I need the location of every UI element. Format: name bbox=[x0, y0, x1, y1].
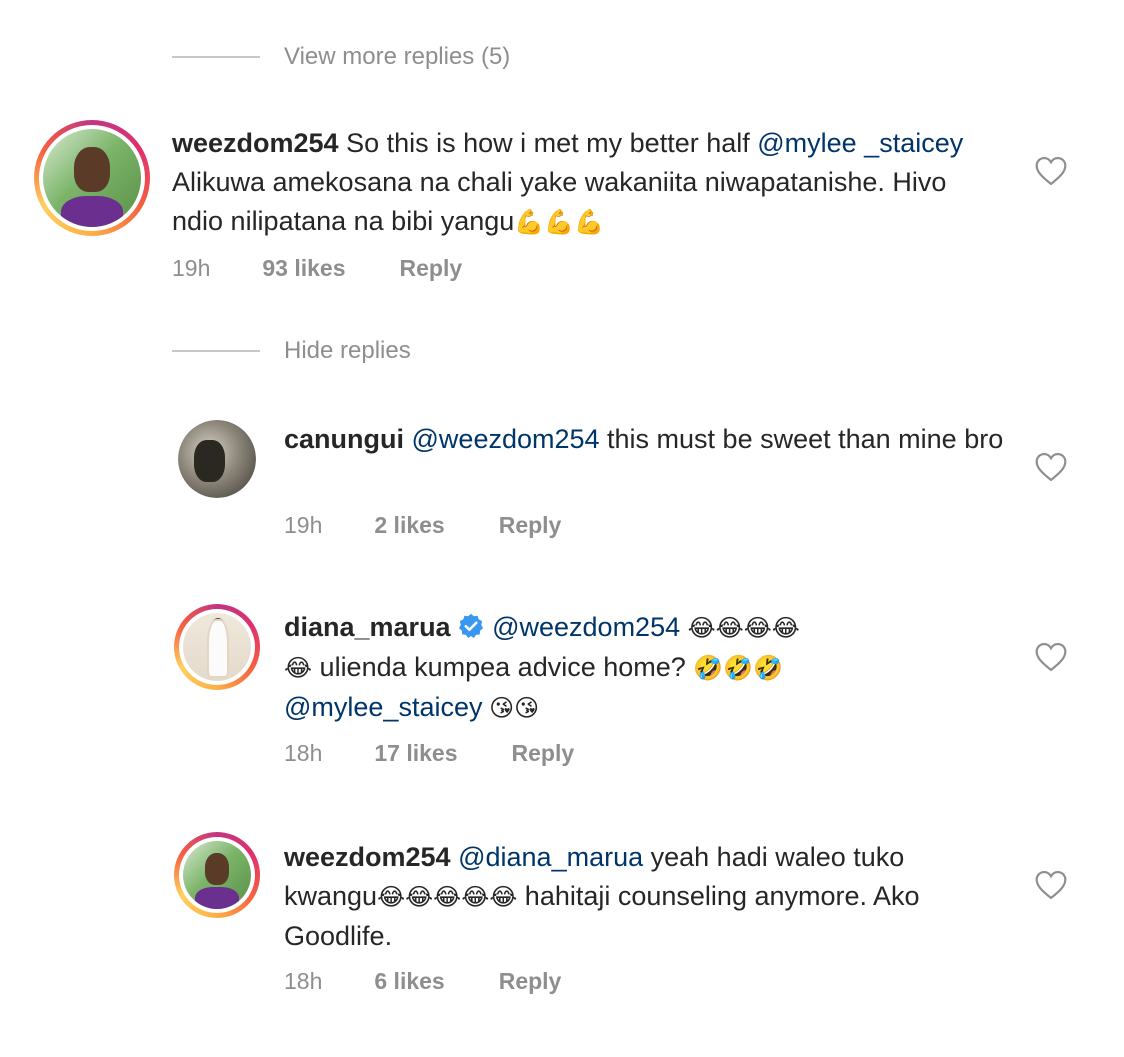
emoji-laughing: 😂😂😂😂😂 bbox=[377, 884, 518, 911]
comment-text bbox=[404, 424, 412, 454]
mention-link[interactable]: @mylee _staicey bbox=[757, 128, 963, 158]
emoji-laughing: 😂 bbox=[284, 655, 313, 682]
comment-likes-count[interactable]: 2 likes bbox=[374, 512, 444, 539]
hide-replies-label: Hide replies bbox=[284, 337, 411, 364]
mention-link[interactable]: @weezdom254 bbox=[492, 612, 680, 642]
reply-button[interactable]: Reply bbox=[499, 968, 562, 995]
comment-likes-count[interactable]: 6 likes bbox=[374, 968, 444, 995]
comment-meta: 19h 2 likes Reply bbox=[284, 512, 561, 539]
comment-username[interactable]: canungui bbox=[284, 424, 404, 454]
comment-meta: 18h 17 likes Reply bbox=[284, 740, 574, 767]
mention-link[interactable]: @mylee_staicey bbox=[284, 692, 482, 722]
hide-replies-toggle[interactable]: Hide replies bbox=[172, 336, 411, 366]
comment-meta: 18h 6 likes Reply bbox=[284, 968, 561, 995]
mention-link[interactable]: @diana_marua bbox=[458, 842, 643, 872]
heart-icon[interactable] bbox=[1034, 156, 1068, 186]
heart-outline-icon bbox=[1035, 452, 1067, 482]
heart-outline-icon bbox=[1035, 156, 1067, 186]
avatar[interactable] bbox=[174, 604, 260, 690]
reply-button[interactable]: Reply bbox=[512, 740, 575, 767]
comment-text: So this is how i met my better half bbox=[338, 128, 758, 158]
comment-likes-count[interactable]: 93 likes bbox=[262, 255, 345, 282]
comment-username[interactable]: weezdom254 bbox=[172, 128, 339, 158]
comment-body: weezdom254 @diana_marua yeah hadi waleo … bbox=[284, 838, 1004, 956]
emoji-flexed-biceps: 💪💪💪 bbox=[514, 209, 604, 236]
divider-line bbox=[172, 350, 260, 352]
reply-button[interactable]: Reply bbox=[499, 512, 562, 539]
comment-username[interactable]: weezdom254 bbox=[284, 842, 451, 872]
comment-text: this must be sweet than mine bro bbox=[599, 424, 1004, 454]
mention-link[interactable]: @weezdom254 bbox=[412, 424, 600, 454]
comment-meta: 19h 93 likes Reply bbox=[172, 255, 462, 282]
view-more-replies-label: View more replies (5) bbox=[284, 43, 511, 70]
avatar[interactable] bbox=[174, 832, 260, 918]
emoji-laughing: 😂😂😂😂 bbox=[687, 615, 800, 642]
heart-icon[interactable] bbox=[1034, 870, 1068, 900]
heart-icon[interactable] bbox=[1034, 452, 1068, 482]
reply-button[interactable]: Reply bbox=[400, 255, 463, 282]
avatar[interactable] bbox=[178, 420, 256, 498]
comment-timestamp: 18h bbox=[284, 968, 323, 994]
comment-body: canungui @weezdom254 this must be sweet … bbox=[284, 420, 1004, 459]
verified-badge-icon bbox=[458, 613, 483, 639]
divider-line bbox=[172, 56, 260, 58]
emoji-rofl: 🤣🤣🤣 bbox=[693, 655, 783, 682]
comment-username[interactable]: diana_marua bbox=[284, 612, 451, 642]
avatar[interactable] bbox=[34, 120, 150, 236]
heart-outline-icon bbox=[1035, 642, 1067, 672]
comment-body: weezdom254 So this is how i met my bette… bbox=[172, 124, 992, 242]
heart-outline-icon bbox=[1035, 870, 1067, 900]
emoji-kiss: 😘😘 bbox=[482, 695, 540, 722]
heart-icon[interactable] bbox=[1034, 642, 1068, 672]
comment-likes-count[interactable]: 17 likes bbox=[374, 740, 457, 767]
comment-timestamp: 19h bbox=[284, 512, 323, 538]
comment-timestamp: 19h bbox=[172, 255, 211, 281]
comment-text bbox=[451, 842, 459, 872]
view-more-replies-toggle[interactable]: View more replies (5) bbox=[172, 42, 510, 72]
comment-body: diana_marua @weezdom254 😂😂😂😂 😂 ulienda ku… bbox=[284, 608, 1004, 728]
comment-timestamp: 18h bbox=[284, 740, 323, 766]
comment-text: ulienda kumpea advice home? bbox=[312, 652, 694, 682]
